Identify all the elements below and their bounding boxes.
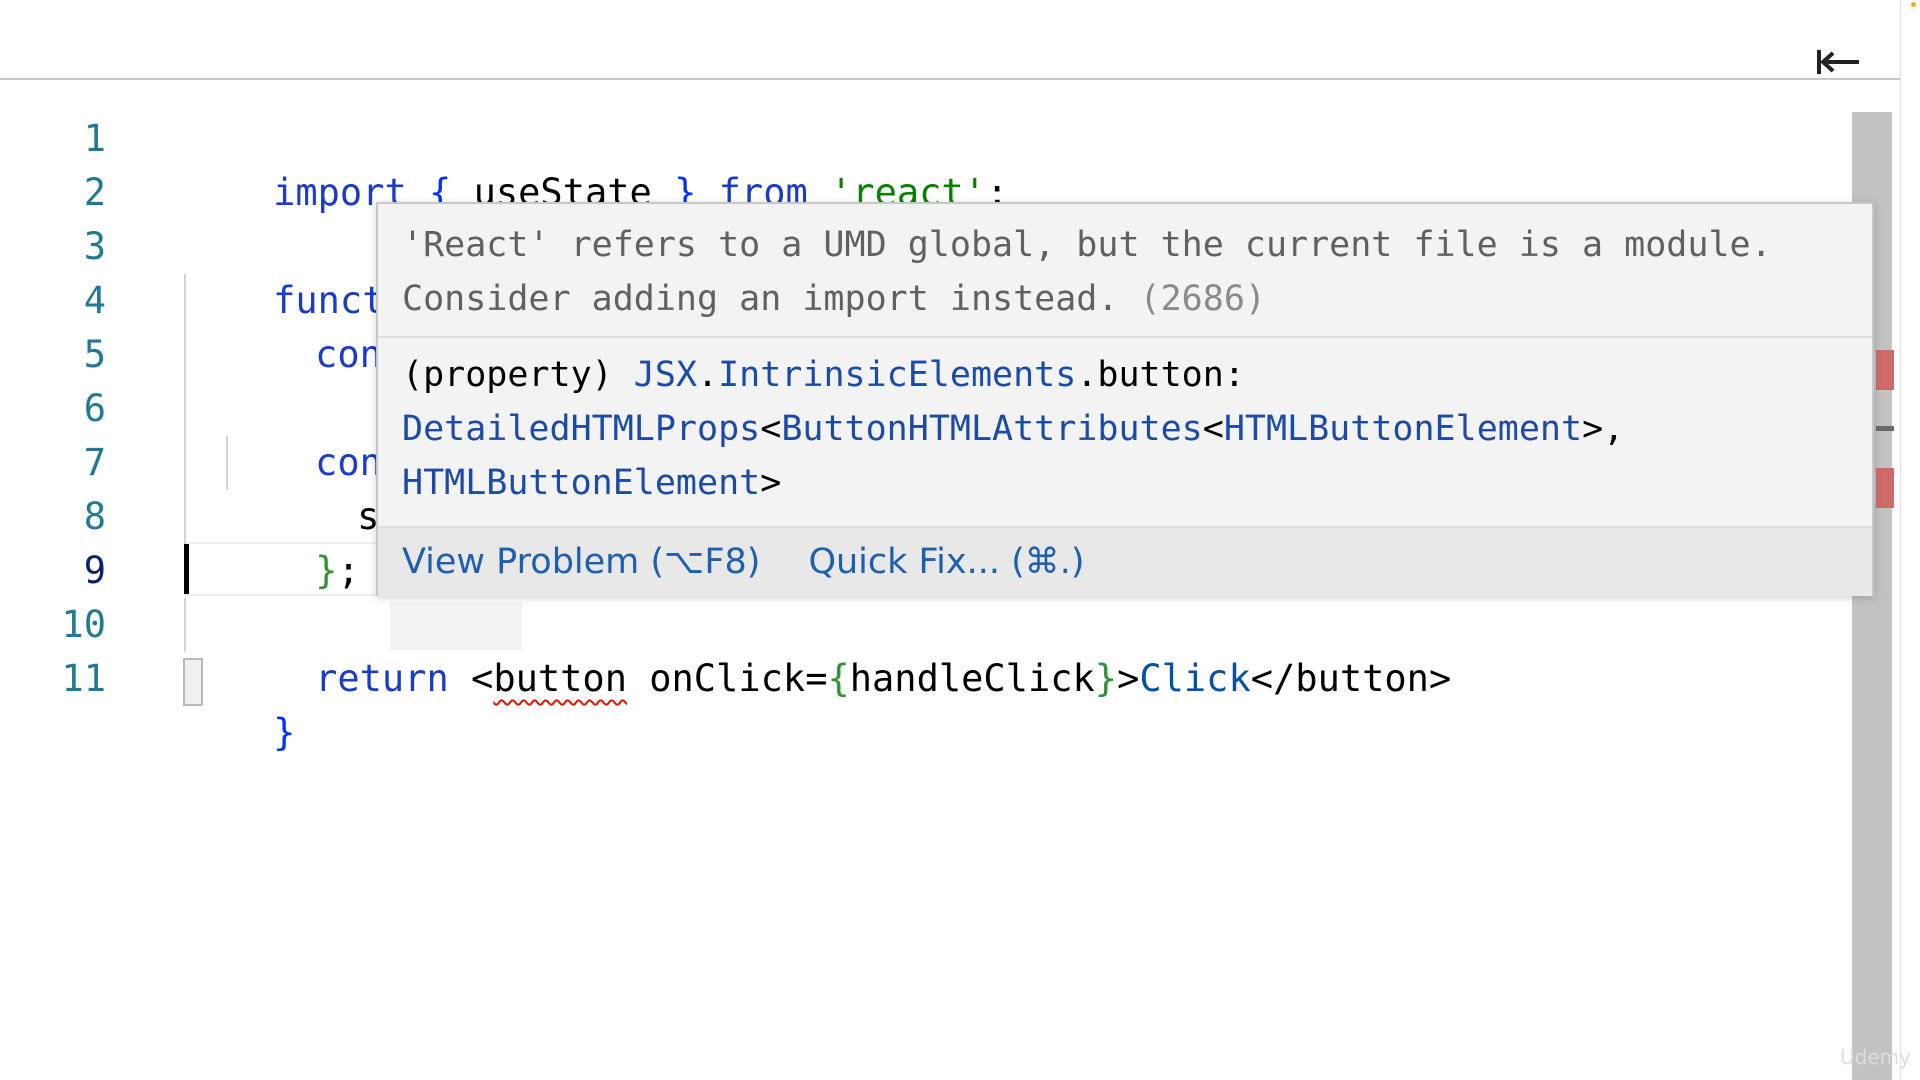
sig-type: HTMLButtonElement bbox=[402, 463, 761, 503]
line-number: 4 bbox=[83, 279, 106, 322]
line-number: 6 bbox=[83, 387, 106, 430]
sig-text: < bbox=[1202, 409, 1224, 449]
code-line-11[interactable]: } bbox=[184, 652, 295, 754]
sig-text: (property) bbox=[402, 355, 634, 395]
sig-text: . bbox=[697, 355, 719, 395]
collapse-left-icon[interactable] bbox=[1815, 44, 1863, 80]
problem-text-line: Consider adding an import instead. (2686… bbox=[402, 272, 1848, 326]
sig-type: IntrinsicElements bbox=[718, 355, 1077, 395]
jsx-close: </button> bbox=[1250, 657, 1452, 700]
line-number: 2 bbox=[83, 171, 106, 214]
problem-text-line: 'React' refers to a UMD global, but the … bbox=[402, 225, 1772, 265]
keyword: return bbox=[315, 657, 449, 700]
cursor-ruler-mark bbox=[1876, 426, 1894, 431]
sig-type: HTMLButtonElement bbox=[1223, 409, 1583, 449]
line-number: 11 bbox=[61, 657, 106, 700]
jsx-open: < bbox=[448, 657, 494, 700]
line-number: 1 bbox=[83, 117, 106, 160]
brace: } bbox=[315, 549, 338, 592]
code-line-8[interactable]: }; bbox=[226, 490, 360, 592]
line-number: 5 bbox=[83, 333, 106, 376]
sig-text: .button: bbox=[1076, 355, 1245, 395]
view-problem-link[interactable]: View Problem (⌥F8) bbox=[402, 542, 760, 582]
semicolon: ; bbox=[337, 549, 360, 592]
error-ruler-mark[interactable] bbox=[1876, 350, 1894, 390]
line-number: 3 bbox=[83, 225, 106, 268]
identifier: handleClick bbox=[849, 657, 1095, 700]
code-line-10[interactable]: return <button onClick={handleClick}>Cli… bbox=[226, 598, 1451, 700]
sig-text: >, bbox=[1582, 409, 1625, 449]
sig-text: < bbox=[760, 409, 782, 449]
hover-widget: 'React' refers to a UMD global, but the … bbox=[376, 202, 1874, 596]
line-number: 10 bbox=[61, 603, 106, 646]
hover-problem-message: 'React' refers to a UMD global, but the … bbox=[378, 204, 1872, 338]
problem-text: Consider adding an import instead. bbox=[402, 279, 1119, 319]
quick-fix-link[interactable]: Quick Fix... (⌘.) bbox=[808, 542, 1084, 582]
code-line-1[interactable]: import { useState } from 'react'; bbox=[184, 112, 1008, 214]
jsx-text: Click bbox=[1139, 657, 1251, 700]
right-window-edge bbox=[1900, 0, 1920, 1080]
jsx-attr: onClick= bbox=[626, 657, 828, 700]
signature-line: (property) JSX.IntrinsicElements.button: bbox=[402, 348, 1848, 402]
jsx-tag-error[interactable]: button bbox=[493, 657, 627, 700]
sig-type: DetailedHTMLProps bbox=[402, 409, 761, 449]
signature-line: HTMLButtonElement> bbox=[402, 456, 1848, 510]
brace: } bbox=[1094, 657, 1118, 700]
brace: { bbox=[827, 657, 850, 700]
jsx-gt: > bbox=[1117, 657, 1140, 700]
sig-type: ButtonHTMLAttributes bbox=[781, 409, 1203, 449]
hover-signature: (property) JSX.IntrinsicElements.button:… bbox=[378, 338, 1872, 528]
indent-guide bbox=[184, 598, 186, 652]
hover-status-bar: View Problem (⌥F8) Quick Fix... (⌘.) bbox=[378, 528, 1872, 596]
line-number: 7 bbox=[83, 441, 106, 484]
line-number: 8 bbox=[83, 495, 106, 538]
text-cursor bbox=[184, 544, 189, 594]
line-number-active: 9 bbox=[83, 549, 106, 592]
collapse-left-icon-svg bbox=[1817, 50, 1859, 74]
error-ruler-mark[interactable] bbox=[1876, 468, 1894, 508]
watermark: Udemy bbox=[1840, 1045, 1911, 1069]
sig-type: JSX bbox=[633, 355, 698, 395]
sig-text: > bbox=[760, 463, 782, 503]
notification-dot bbox=[1911, 2, 1916, 7]
brace: } bbox=[273, 711, 296, 754]
signature-line: DetailedHTMLProps<ButtonHTMLAttributes<H… bbox=[402, 402, 1848, 456]
error-code: (2686) bbox=[1139, 279, 1266, 319]
editor-title-bar bbox=[0, 0, 1900, 80]
